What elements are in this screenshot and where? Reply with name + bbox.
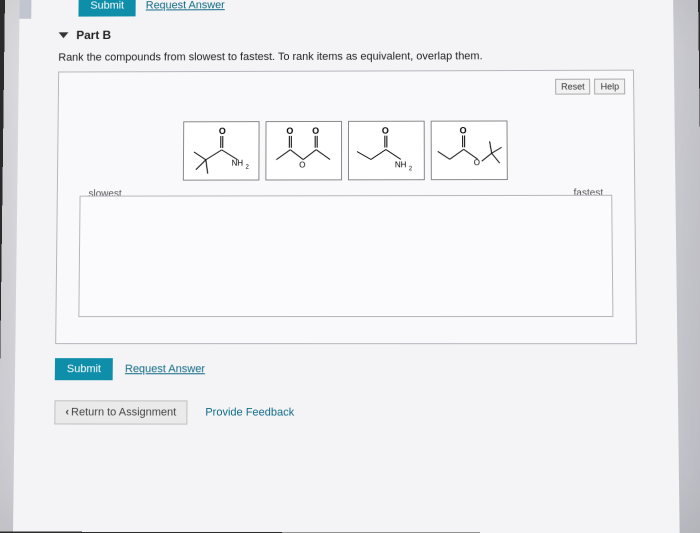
request-answer-link-top[interactable]: Request Answer: [146, 0, 225, 11]
svg-text:2: 2: [245, 165, 248, 171]
request-answer-link-bottom[interactable]: Request Answer: [125, 363, 205, 375]
ranking-work-area: Reset Help O N: [55, 70, 637, 345]
svg-text:O: O: [460, 125, 467, 135]
return-to-assignment-button[interactable]: ‹Return to Assignment: [54, 400, 187, 424]
submit-button-top[interactable]: Submit: [78, 0, 136, 17]
reset-button[interactable]: Reset: [555, 79, 591, 95]
caret-down-icon: [59, 32, 69, 38]
footer-row: ‹Return to Assignment Provide Feedback: [54, 390, 637, 425]
svg-text:O: O: [219, 126, 226, 136]
svg-text:NH: NH: [232, 159, 244, 168]
svg-text:NH: NH: [395, 160, 407, 169]
svg-text:O: O: [299, 161, 305, 170]
instruction-text: Rank the compounds from slowest to faste…: [58, 50, 634, 64]
svg-text:2: 2: [409, 166, 412, 172]
svg-text:O: O: [286, 126, 293, 136]
chevron-left-icon: ‹: [65, 406, 69, 418]
part-header[interactable]: Part B: [29, 20, 664, 48]
top-action-bar: Submit Request Answer: [29, 0, 663, 23]
ranking-drop-zone[interactable]: [78, 195, 613, 317]
compound-tile-4[interactable]: O O: [431, 120, 508, 180]
compound-tile-3[interactable]: O NH2: [348, 121, 425, 181]
svg-text:O: O: [474, 158, 480, 167]
compound-tiles: O NH2 O: [183, 120, 508, 180]
left-edge: [19, 0, 31, 19]
bottom-action-bar: Submit Request Answer: [55, 344, 638, 391]
compound-tile-2[interactable]: O O O: [265, 121, 342, 181]
svg-text:O: O: [382, 126, 389, 136]
part-label: Part B: [76, 28, 111, 42]
compound-tile-1[interactable]: O NH2: [183, 121, 260, 181]
return-label: Return to Assignment: [71, 406, 176, 418]
help-button[interactable]: Help: [595, 79, 626, 95]
svg-text:O: O: [312, 126, 319, 136]
provide-feedback-link[interactable]: Provide Feedback: [205, 406, 294, 418]
submit-button-bottom[interactable]: Submit: [55, 358, 113, 380]
